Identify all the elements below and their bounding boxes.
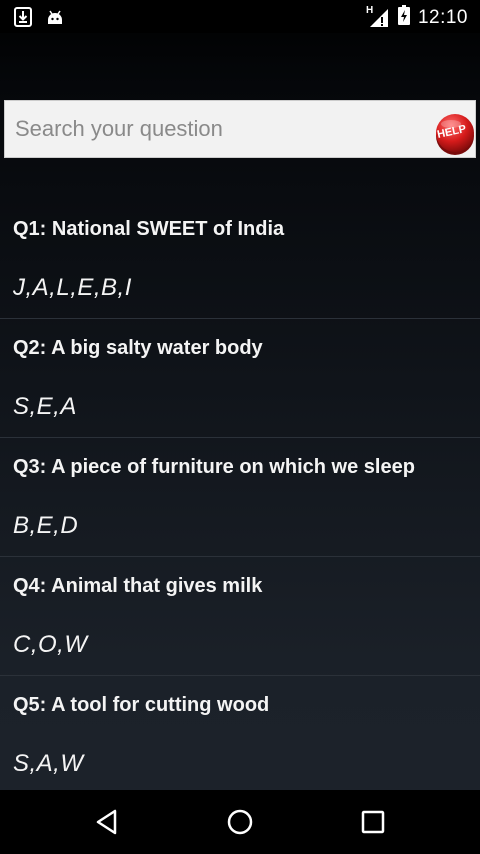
list-item[interactable]: Q5: A tool for cutting wood S,A,W [0, 676, 480, 795]
question-text: Q5: A tool for cutting wood [13, 694, 270, 716]
download-icon [14, 7, 32, 32]
status-bar: H 12:10 [0, 0, 480, 33]
navigation-bar [0, 790, 480, 854]
recents-icon [361, 810, 385, 834]
question-text: Q1: National SWEET of India [13, 218, 285, 240]
search-input[interactable] [5, 101, 425, 157]
list-item[interactable]: Q2: A big salty water body S,E,A [0, 319, 480, 438]
status-bar-notifications [14, 7, 64, 32]
answer-letters: J,A,L,E,B,I [13, 274, 132, 301]
help-button[interactable]: HELP [433, 112, 477, 156]
status-clock: 12:10 [417, 6, 468, 28]
question-text: Q3: A piece of furniture on which we sle… [13, 456, 415, 478]
answer-letters: B,E,D [13, 512, 79, 539]
question-text: Q4: Animal that gives milk [13, 575, 263, 597]
home-icon [227, 809, 253, 835]
signal-icon: H [365, 4, 390, 28]
answer-letters: S,E,A [13, 393, 77, 420]
question-list: Q1: National SWEET of India J,A,L,E,B,I … [0, 200, 480, 795]
back-icon [96, 809, 117, 835]
search-bar: HELP [4, 100, 476, 158]
list-item[interactable]: Q1: National SWEET of India J,A,L,E,B,I [0, 200, 480, 319]
answer-letters: C,O,W [13, 631, 88, 658]
list-item[interactable]: Q3: A piece of furniture on which we sle… [0, 438, 480, 557]
android-debug-icon [46, 8, 64, 31]
status-bar-system: H 12:10 [365, 4, 468, 30]
answer-letters: S,A,W [13, 750, 84, 777]
list-item[interactable]: Q4: Animal that gives milk C,O,W [0, 557, 480, 676]
home-button[interactable] [220, 802, 260, 842]
network-type-label: H [365, 4, 374, 16]
battery-icon [397, 5, 410, 30]
back-button[interactable] [87, 802, 127, 842]
recents-button[interactable] [353, 802, 393, 842]
question-text: Q2: A big salty water body [13, 337, 263, 359]
